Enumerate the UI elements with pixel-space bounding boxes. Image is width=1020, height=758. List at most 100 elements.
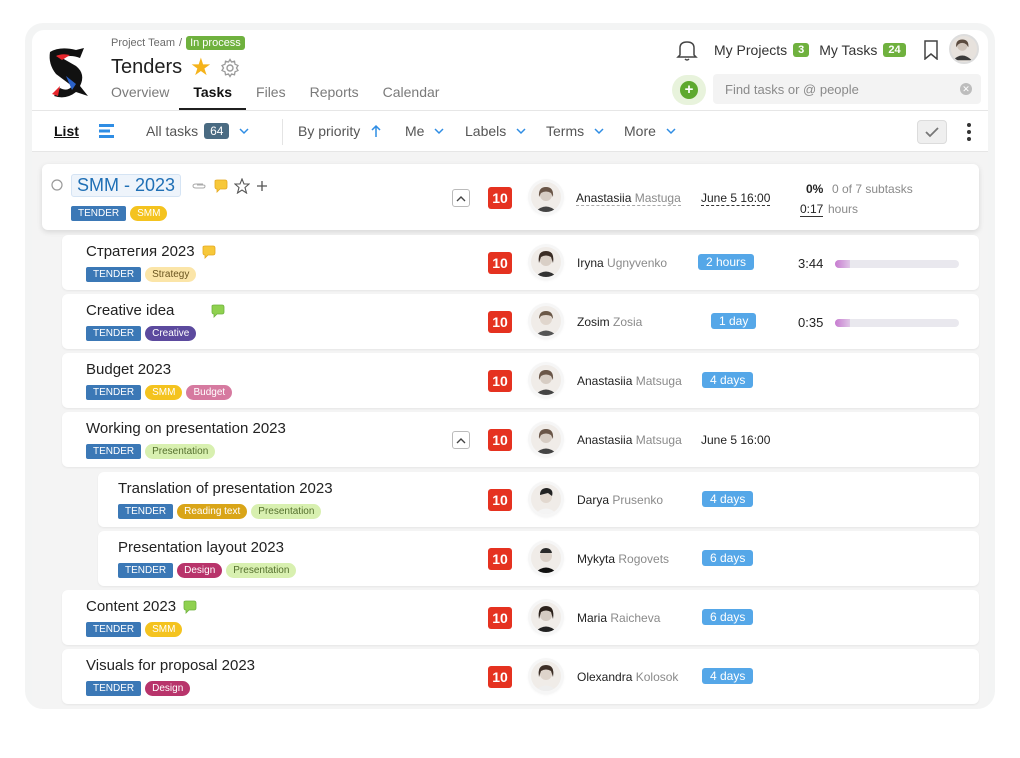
assignee-name[interactable]: Olexandra Kolosok: [577, 670, 678, 684]
tag-tender[interactable]: TENDER: [118, 504, 174, 519]
priority-badge[interactable]: 10: [488, 607, 512, 629]
duration-badge[interactable]: 6 days: [702, 609, 754, 625]
sort-by-priority[interactable]: By priority: [298, 123, 382, 139]
plus-icon[interactable]: [256, 180, 268, 192]
duration-badge[interactable]: 1 day: [711, 313, 757, 329]
priority-badge[interactable]: 10: [488, 252, 512, 274]
collapse-button[interactable]: [452, 431, 470, 449]
table-row[interactable]: Visuals for proposal 2023 TENDER Design 10 …: [62, 649, 979, 704]
my-projects-link[interactable]: My Projects: [714, 42, 787, 58]
duration-badge[interactable]: 6 days: [702, 550, 754, 566]
duration-badge[interactable]: 2 hours: [698, 254, 755, 270]
tab-tasks[interactable]: Tasks: [179, 84, 247, 110]
comment-icon[interactable]: [210, 304, 225, 318]
star-icon[interactable]: ★: [190, 55, 212, 79]
table-row[interactable]: Budget 2023 TENDER SMM Budget 10 Anastasiia …: [62, 353, 979, 408]
avatar[interactable]: [531, 247, 561, 277]
task-name[interactable]: Creative idea: [86, 302, 174, 319]
labels-filter[interactable]: Labels: [465, 123, 526, 139]
comment-icon[interactable]: [182, 600, 197, 614]
tag-smm[interactable]: SMM: [145, 385, 183, 400]
clear-search-icon[interactable]: ✕: [960, 83, 972, 95]
tab-reports[interactable]: Reports: [310, 84, 359, 110]
tag-tender[interactable]: TENDER: [86, 267, 142, 282]
tag-presentation[interactable]: Presentation: [145, 444, 216, 459]
tag-tender[interactable]: TENDER: [118, 563, 174, 578]
tag-tender[interactable]: TENDER: [86, 444, 142, 459]
tag-design[interactable]: Design: [177, 563, 223, 578]
tag-smm[interactable]: SMM: [145, 622, 183, 637]
table-row[interactable]: Working on presentation 2023 TENDER Presen…: [62, 412, 979, 467]
assignee-name[interactable]: Mykyta Rogovets: [577, 552, 669, 566]
avatar[interactable]: [531, 424, 561, 454]
due-date[interactable]: June 5 16:00: [701, 191, 771, 206]
task-name[interactable]: Presentation layout 2023: [118, 539, 284, 556]
task-name[interactable]: Translation of presentation 2023: [118, 480, 333, 497]
comment-icon[interactable]: [201, 245, 216, 259]
avatar[interactable]: [531, 661, 561, 691]
add-task-button[interactable]: +: [672, 75, 706, 105]
hours-value[interactable]: 0:17: [800, 202, 824, 217]
task-name[interactable]: Content 2023: [86, 598, 176, 615]
collapse-button[interactable]: [452, 189, 470, 207]
me-filter[interactable]: Me: [405, 123, 444, 139]
complete-circle-icon[interactable]: [51, 179, 63, 191]
view-switcher[interactable]: List: [54, 123, 116, 139]
more-filter[interactable]: More: [624, 123, 676, 139]
gear-icon[interactable]: [220, 57, 240, 78]
terms-filter[interactable]: Terms: [546, 123, 604, 139]
assignee-name[interactable]: Anastasiia Mastuga: [576, 191, 681, 206]
task-name[interactable]: Стратегия 2023: [86, 243, 195, 260]
tag-design[interactable]: Design: [145, 681, 191, 696]
priority-badge[interactable]: 10: [488, 187, 512, 209]
priority-badge[interactable]: 10: [488, 489, 512, 511]
avatar[interactable]: [531, 543, 561, 573]
priority-badge[interactable]: 10: [488, 548, 512, 570]
table-row[interactable]: Стратегия 2023 TENDER Strategy 10 Iryna Ugn…: [62, 235, 979, 290]
search-input[interactable]: [725, 81, 955, 97]
assignee-name[interactable]: Anastasiia Matsuga: [577, 374, 682, 388]
table-row[interactable]: Presentation layout 2023 TENDER Design Pres…: [98, 531, 979, 586]
avatar[interactable]: [531, 602, 561, 632]
status-badge[interactable]: In process: [186, 36, 245, 50]
complete-selection-button[interactable]: [917, 120, 947, 144]
table-row[interactable]: SMM - 2023 TENDER SMM 10 Anastasiia Mast…: [42, 164, 979, 230]
star-outline-icon[interactable]: [234, 177, 251, 194]
avatar[interactable]: [531, 484, 561, 514]
assignee-name[interactable]: Iryna Ugnyvenko: [577, 256, 667, 270]
priority-badge[interactable]: 10: [488, 429, 512, 451]
time-tracked[interactable]: 0:35: [798, 315, 823, 330]
all-tasks-filter[interactable]: All tasks 64: [146, 123, 250, 139]
avatar[interactable]: [531, 306, 561, 336]
duration-badge[interactable]: 4 days: [702, 668, 754, 684]
table-row[interactable]: Creative idea TENDER Creative 10 Zosim Zosi…: [62, 294, 979, 349]
comment-icon[interactable]: [213, 179, 228, 193]
tab-overview[interactable]: Overview: [111, 84, 169, 110]
tag-tender[interactable]: TENDER: [86, 385, 142, 400]
tag-tender[interactable]: TENDER: [86, 326, 142, 341]
tag-reading[interactable]: Reading text: [177, 504, 248, 519]
due-date[interactable]: June 5 16:00: [701, 433, 770, 447]
task-name[interactable]: SMM - 2023: [71, 174, 182, 197]
user-avatar[interactable]: [949, 34, 979, 64]
tag-creative[interactable]: Creative: [145, 326, 197, 341]
priority-badge[interactable]: 10: [488, 666, 512, 688]
tag-tender[interactable]: TENDER: [86, 622, 142, 637]
assignee-name[interactable]: Zosim Zosia: [577, 315, 642, 329]
duration-badge[interactable]: 4 days: [702, 372, 754, 388]
breadcrumb-project-team[interactable]: Project Team: [111, 37, 175, 49]
tag-tender[interactable]: TENDER: [71, 206, 127, 221]
assignee-name[interactable]: Darya Prusenko: [577, 493, 663, 507]
tag-strategy[interactable]: Strategy: [145, 267, 197, 282]
time-tracked[interactable]: 3:44: [798, 256, 823, 271]
priority-badge[interactable]: 10: [488, 311, 512, 333]
task-name[interactable]: Budget 2023: [86, 361, 171, 378]
my-tasks-link[interactable]: My Tasks: [819, 42, 877, 58]
tab-files[interactable]: Files: [256, 84, 286, 110]
task-name[interactable]: Working on presentation 2023: [86, 420, 286, 437]
bell-icon[interactable]: [676, 38, 698, 62]
kebab-menu-icon[interactable]: [966, 122, 972, 142]
tag-presentation[interactable]: Presentation: [226, 563, 297, 578]
tag-budget[interactable]: Budget: [186, 385, 233, 400]
tab-calendar[interactable]: Calendar: [383, 84, 440, 110]
